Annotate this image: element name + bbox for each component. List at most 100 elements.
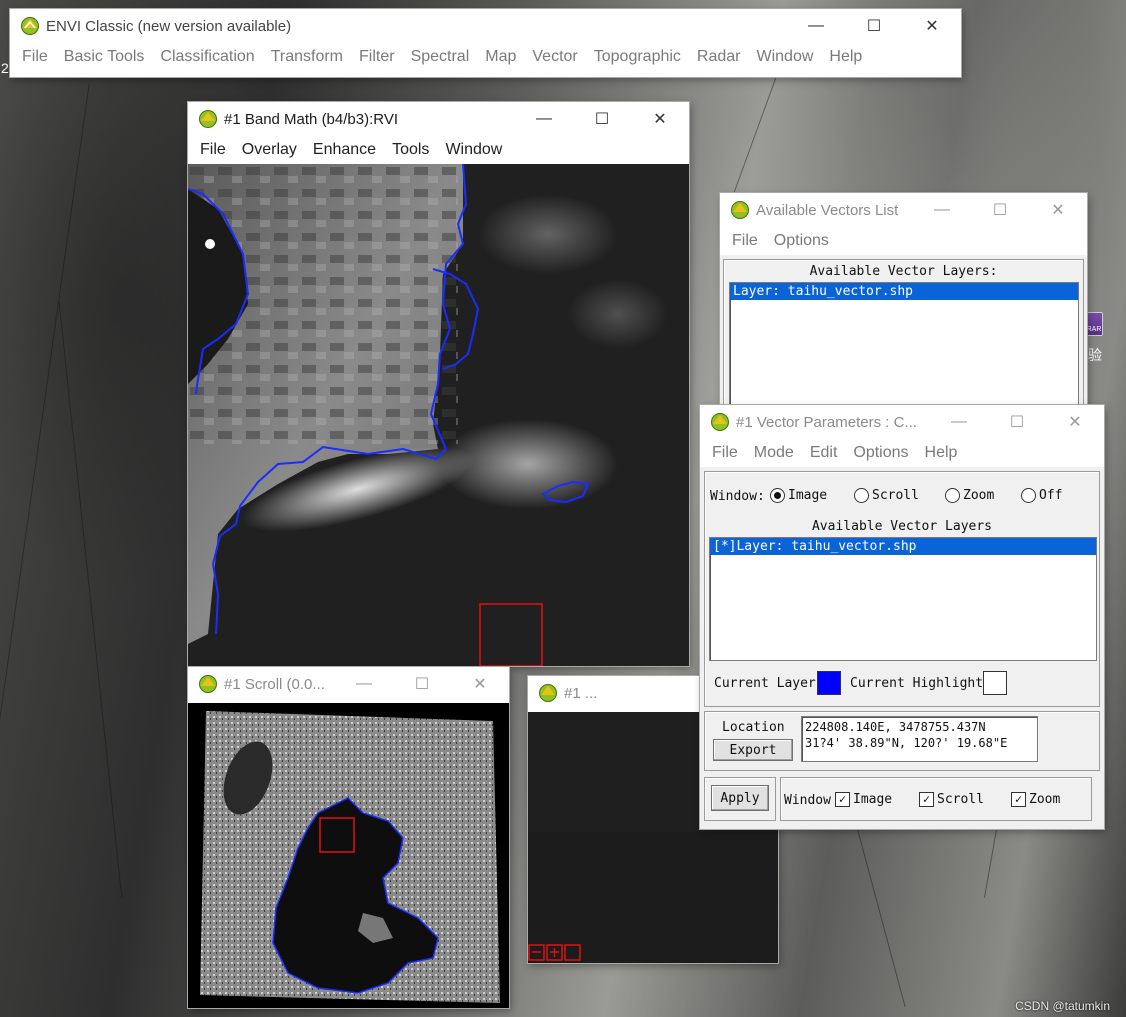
menu-transform[interactable]: Transform (263, 48, 351, 66)
minimize-button[interactable]: — (913, 193, 971, 227)
check-scroll-box[interactable]: ✓ (919, 792, 934, 807)
current-layer-color-swatch[interactable] (817, 671, 841, 695)
list-item[interactable]: Layer: taihu_vector.shp (730, 283, 1078, 300)
image-window-titlebar[interactable]: #1 Band Math (b4/b3):RVI — ☐ ✕ (188, 102, 689, 136)
scroll-window-titlebar[interactable]: #1 Scroll (0.0... — ☐ ✕ (188, 667, 509, 701)
menu-options[interactable]: Options (766, 232, 837, 250)
minimize-button[interactable]: — (335, 667, 393, 701)
location-latlon-coords: 31?4' 38.89"N, 120?' 19.68"E (805, 736, 1008, 750)
export-button[interactable]: Export (713, 739, 793, 761)
vector-parameters-titlebar[interactable]: #1 Vector Parameters : C... — ☐ ✕ (700, 405, 1104, 439)
menu-vector[interactable]: Vector (524, 48, 585, 66)
radio-scroll[interactable]: Scroll (854, 488, 919, 503)
envi-logo-icon (21, 17, 39, 35)
radio-image-label: Image (788, 488, 828, 503)
maximize-button[interactable]: ☐ (971, 193, 1029, 227)
menu-enhance[interactable]: Enhance (305, 141, 384, 159)
menu-map[interactable]: Map (477, 48, 524, 66)
radio-scroll-indicator[interactable] (854, 488, 869, 503)
menu-topographic[interactable]: Topographic (586, 48, 689, 66)
envi-main-title: ENVI Classic (new version available) (46, 17, 292, 35)
check-image-label: Image (853, 792, 893, 807)
menu-classification[interactable]: Classification (152, 48, 262, 66)
vector-layer-settings-group: Window: Image Scroll Zoom Off Available … (704, 471, 1100, 707)
image-window-title: #1 Band Math (b4/b3):RVI (224, 110, 398, 128)
radio-off-indicator[interactable] (1021, 488, 1036, 503)
envi-main-titlebar[interactable]: ENVI Classic (new version available) — ☐… (10, 9, 961, 43)
available-layers-list[interactable]: [*]Layer: taihu_vector.shp (709, 537, 1097, 661)
menu-options[interactable]: Options (845, 444, 916, 462)
current-highlight-color-swatch[interactable] (983, 671, 1007, 695)
minimize-button[interactable]: — (515, 102, 573, 136)
menu-mode[interactable]: Mode (746, 444, 802, 462)
close-button[interactable]: ✕ (1046, 405, 1104, 439)
menu-file[interactable]: File (704, 444, 746, 462)
radio-zoom-label: Zoom (963, 488, 995, 503)
envi-main-menubar: File Basic Tools Classification Transfor… (10, 43, 961, 71)
radio-scroll-label: Scroll (872, 488, 919, 503)
radio-zoom[interactable]: Zoom (945, 488, 994, 503)
maximize-button[interactable]: ☐ (988, 405, 1046, 439)
available-vectors-menubar: File Options (720, 227, 1087, 255)
close-button[interactable]: ✕ (631, 102, 689, 136)
rvi-image-canvas[interactable] (188, 164, 689, 666)
check-zoom[interactable]: ✓ Zoom (1011, 792, 1060, 807)
current-highlight-label: Current Highlight (850, 676, 984, 691)
check-image-box[interactable]: ✓ (835, 792, 850, 807)
radio-zoom-indicator[interactable] (945, 488, 960, 503)
maximize-button[interactable]: ☐ (845, 9, 903, 43)
menu-window[interactable]: Window (749, 48, 822, 66)
apply-group: Apply (704, 777, 776, 821)
vector-parameters-window: #1 Vector Parameters : C... — ☐ ✕ File M… (700, 405, 1104, 829)
list-item[interactable]: [*]Layer: taihu_vector.shp (710, 538, 1096, 555)
zoom-window-title: #1 ... (564, 684, 598, 702)
envi-logo-icon (199, 110, 217, 128)
menu-file[interactable]: File (192, 141, 234, 159)
menu-file[interactable]: File (724, 232, 766, 250)
close-button[interactable]: ✕ (1029, 193, 1087, 227)
apply-button[interactable]: Apply (711, 785, 769, 811)
radio-off[interactable]: Off (1021, 488, 1062, 503)
check-zoom-label: Zoom (1029, 792, 1061, 807)
menu-window[interactable]: Window (437, 141, 510, 159)
available-vectors-title: Available Vectors List (756, 201, 899, 219)
menu-radar[interactable]: Radar (689, 48, 749, 66)
check-image[interactable]: ✓ Image (835, 792, 892, 807)
rar-file-icon[interactable]: RAR (1085, 312, 1103, 336)
minimize-button[interactable]: — (930, 405, 988, 439)
envi-logo-icon (199, 675, 217, 693)
check-scroll[interactable]: ✓ Scroll (919, 792, 984, 807)
minimize-button[interactable]: — (787, 9, 845, 43)
menu-help[interactable]: Help (821, 48, 870, 66)
image-window: #1 Band Math (b4/b3):RVI — ☐ ✕ File Over… (188, 102, 689, 666)
menu-filter[interactable]: Filter (351, 48, 403, 66)
vector-layers-group: Available Vector Layers: Layer: taihu_ve… (723, 259, 1084, 418)
radio-image-indicator[interactable] (770, 488, 785, 503)
apply-window-label: Window (784, 793, 831, 808)
envi-logo-icon (711, 413, 729, 431)
radio-off-label: Off (1039, 488, 1063, 503)
scroll-window-title: #1 Scroll (0.0... (224, 675, 325, 693)
menu-edit[interactable]: Edit (802, 444, 846, 462)
scroll-image-canvas[interactable] (188, 703, 509, 1008)
vector-layers-list[interactable]: Layer: taihu_vector.shp (729, 282, 1079, 416)
maximize-button[interactable]: ☐ (393, 667, 451, 701)
menu-tools[interactable]: Tools (384, 141, 437, 159)
close-button[interactable]: ✕ (451, 667, 509, 701)
available-vectors-window: Available Vectors List — ☐ ✕ File Option… (720, 193, 1087, 418)
menu-overlay[interactable]: Overlay (234, 141, 305, 159)
radio-image[interactable]: Image (770, 488, 827, 503)
maximize-button[interactable]: ☐ (573, 102, 631, 136)
close-button[interactable]: ✕ (903, 9, 961, 43)
scroll-image-display[interactable] (188, 703, 509, 1008)
vector-layers-header: Available Vector Layers: (809, 264, 998, 279)
menu-spectral[interactable]: Spectral (403, 48, 478, 66)
image-display[interactable] (188, 164, 689, 666)
menu-file[interactable]: File (14, 48, 56, 66)
check-zoom-box[interactable]: ✓ (1011, 792, 1026, 807)
menu-help[interactable]: Help (917, 444, 966, 462)
available-vectors-titlebar[interactable]: Available Vectors List — ☐ ✕ (720, 193, 1087, 227)
check-scroll-label: Scroll (937, 792, 984, 807)
menu-basic-tools[interactable]: Basic Tools (56, 48, 153, 66)
scroll-window: #1 Scroll (0.0... — ☐ ✕ (188, 667, 509, 1008)
